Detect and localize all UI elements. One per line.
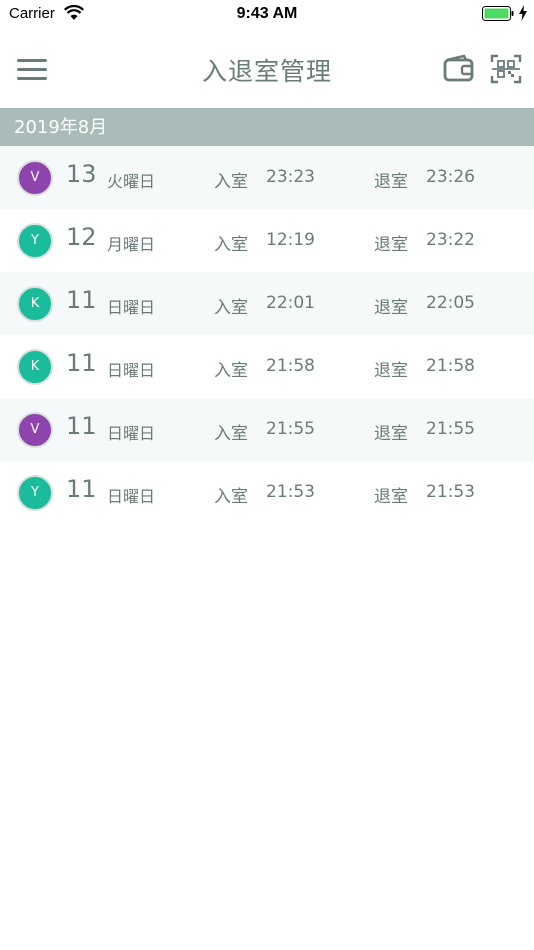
table-row[interactable]: V 11 日曜日 入室 21:55 退室 21:55 (0, 398, 534, 461)
table-row[interactable]: V 13 火曜日 入室 23:23 退室 23:26 (0, 146, 534, 209)
entry-time: 12:19 (266, 230, 315, 250)
exit-label: 退室 (374, 298, 408, 318)
table-row[interactable]: Y 12 月曜日 入室 12:19 退室 23:22 (0, 209, 534, 272)
day-number: 11 (66, 412, 97, 440)
entry-time: 21:58 (266, 356, 315, 376)
exit-time: 23:22 (426, 230, 475, 250)
table-row[interactable]: K 11 日曜日 入室 22:01 退室 22:05 (0, 272, 534, 335)
entry-label: 入室 (214, 298, 248, 318)
avatar: K (17, 286, 53, 322)
avatar: K (17, 349, 53, 385)
weekday-label: 月曜日 (107, 235, 156, 254)
table-row[interactable]: K 11 日曜日 入室 21:58 退室 21:58 (0, 335, 534, 398)
section-header-label: 2019年8月 (14, 117, 108, 138)
weekday-label: 日曜日 (107, 361, 156, 380)
weekday-label: 火曜日 (107, 172, 156, 191)
day-number: 11 (66, 286, 97, 314)
table-row[interactable]: Y 11 日曜日 入室 21:53 退室 21:53 (0, 461, 534, 524)
day-number: 12 (66, 223, 97, 251)
exit-time: 21:53 (426, 482, 475, 502)
avatar: V (17, 412, 53, 448)
status-time: 9:43 AM (236, 5, 298, 22)
exit-time: 21:55 (426, 419, 475, 439)
entry-label: 入室 (214, 361, 248, 381)
wallet-icon (443, 54, 474, 82)
entry-time: 22:01 (266, 293, 315, 313)
section-header-month: 2019年8月 (0, 108, 534, 146)
status-bar: Carrier 9:43 AM (0, 0, 534, 28)
entry-time: 21:55 (266, 419, 315, 439)
nav-bar: 入退室管理 (0, 28, 534, 108)
entry-label: 入室 (214, 172, 248, 192)
weekday-label: 日曜日 (107, 298, 156, 317)
exit-label: 退室 (374, 235, 408, 255)
exit-time: 22:05 (426, 293, 475, 313)
entry-label: 入室 (214, 424, 248, 444)
day-number: 11 (66, 349, 97, 377)
exit-label: 退室 (374, 361, 408, 381)
exit-label: 退室 (374, 172, 408, 192)
avatar: Y (17, 223, 53, 259)
entry-time: 21:53 (266, 482, 315, 502)
exit-label: 退室 (374, 424, 408, 444)
qr-scan-icon (490, 54, 522, 84)
weekday-label: 日曜日 (107, 487, 156, 506)
battery-icon (482, 6, 514, 21)
entry-label: 入室 (214, 235, 248, 255)
entry-time: 23:23 (266, 167, 315, 187)
avatar: V (17, 160, 53, 196)
weekday-label: 日曜日 (107, 424, 156, 443)
day-number: 13 (66, 160, 97, 188)
charging-bolt-icon (519, 5, 527, 21)
exit-time: 23:26 (426, 167, 475, 187)
entry-label: 入室 (214, 487, 248, 507)
exit-label: 退室 (374, 487, 408, 507)
wallet-button[interactable] (440, 52, 478, 86)
day-number: 11 (66, 475, 97, 503)
entry-list: V 13 火曜日 入室 23:23 退室 23:26 Y 12 月曜日 入室 1… (0, 146, 534, 524)
qr-scan-button[interactable] (488, 52, 524, 86)
avatar: Y (17, 475, 53, 511)
exit-time: 21:58 (426, 356, 475, 376)
